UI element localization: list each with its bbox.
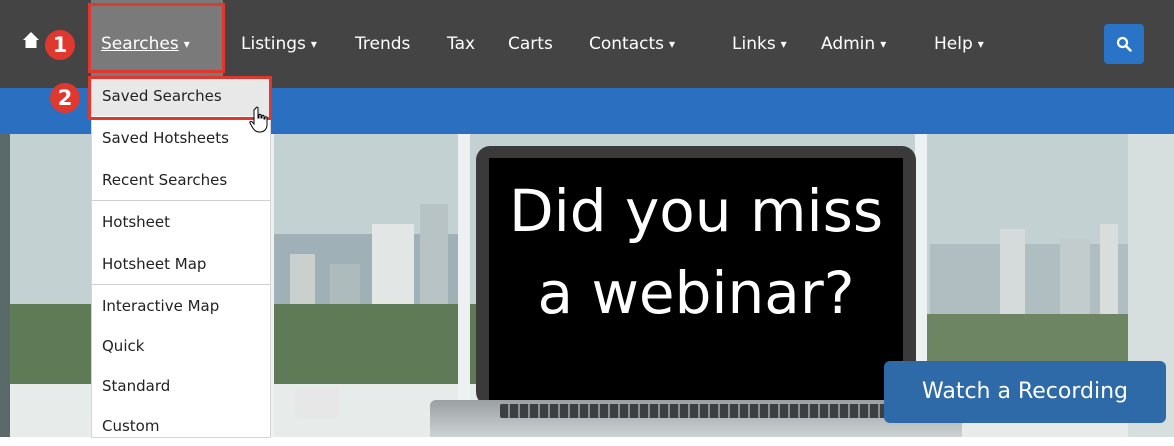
menu-item-hotsheet-map[interactable]: Hotsheet Map (92, 244, 270, 284)
nav-admin-label: Admin (821, 34, 876, 54)
chevron-down-icon: ▾ (310, 37, 317, 51)
chevron-down-icon: ▾ (880, 37, 887, 51)
nav-help-label: Help (934, 34, 973, 54)
annotation-badge-2: 2 (50, 83, 80, 113)
annotation-badge-1: 1 (45, 30, 75, 60)
hero-headline: Did you miss a webinar? (489, 170, 903, 334)
chevron-down-icon: ▾ (780, 37, 787, 51)
searches-dropdown-menu: Saved Searches Saved Hotsheets Recent Se… (91, 76, 271, 438)
menu-item-hotsheet[interactable]: Hotsheet (92, 202, 270, 242)
watch-recording-button[interactable]: Watch a Recording (884, 361, 1166, 423)
nav-trends[interactable]: Trends (355, 22, 410, 66)
chevron-down-icon: ▾ (977, 37, 984, 51)
menu-item-custom[interactable]: Custom (92, 406, 270, 446)
annotation-box-saved-searches (88, 76, 272, 120)
chevron-down-icon: ▾ (669, 37, 676, 51)
menu-item-recent-searches[interactable]: Recent Searches (92, 160, 270, 200)
hero-headline-line2: a webinar? (537, 259, 855, 327)
nav-links-label: Links (732, 34, 776, 54)
nav-tax[interactable]: Tax (447, 22, 475, 66)
nav-trends-label: Trends (355, 34, 411, 54)
nav-carts-label: Carts (508, 34, 553, 54)
laptop-keyboard (500, 404, 892, 418)
menu-divider (92, 284, 270, 285)
nav-listings-label: Listings (241, 34, 306, 54)
nav-contacts-label: Contacts (589, 34, 664, 54)
nav-carts[interactable]: Carts (508, 22, 553, 66)
nav-tax-label: Tax (447, 34, 476, 54)
search-button[interactable] (1104, 24, 1144, 64)
search-icon (1116, 36, 1132, 52)
hand-pointer-icon (249, 106, 268, 133)
left-edge-shadow (0, 134, 10, 437)
menu-item-interactive-map[interactable]: Interactive Map (92, 286, 270, 326)
menu-item-quick[interactable]: Quick (92, 326, 270, 366)
menu-item-saved-hotsheets[interactable]: Saved Hotsheets (92, 118, 270, 158)
phone-image (295, 388, 339, 418)
home-icon[interactable] (22, 31, 40, 49)
nav-links[interactable]: Links ▾ (732, 22, 787, 66)
hero-headline-line1: Did you miss (508, 177, 884, 245)
nav-help[interactable]: Help ▾ (934, 22, 984, 66)
menu-divider (92, 200, 270, 201)
menu-item-standard[interactable]: Standard (92, 366, 270, 406)
nav-contacts[interactable]: Contacts ▾ (589, 22, 675, 66)
nav-listings[interactable]: Listings ▾ (241, 22, 317, 66)
annotation-box-searches (88, 3, 225, 73)
nav-admin[interactable]: Admin ▾ (821, 22, 886, 66)
